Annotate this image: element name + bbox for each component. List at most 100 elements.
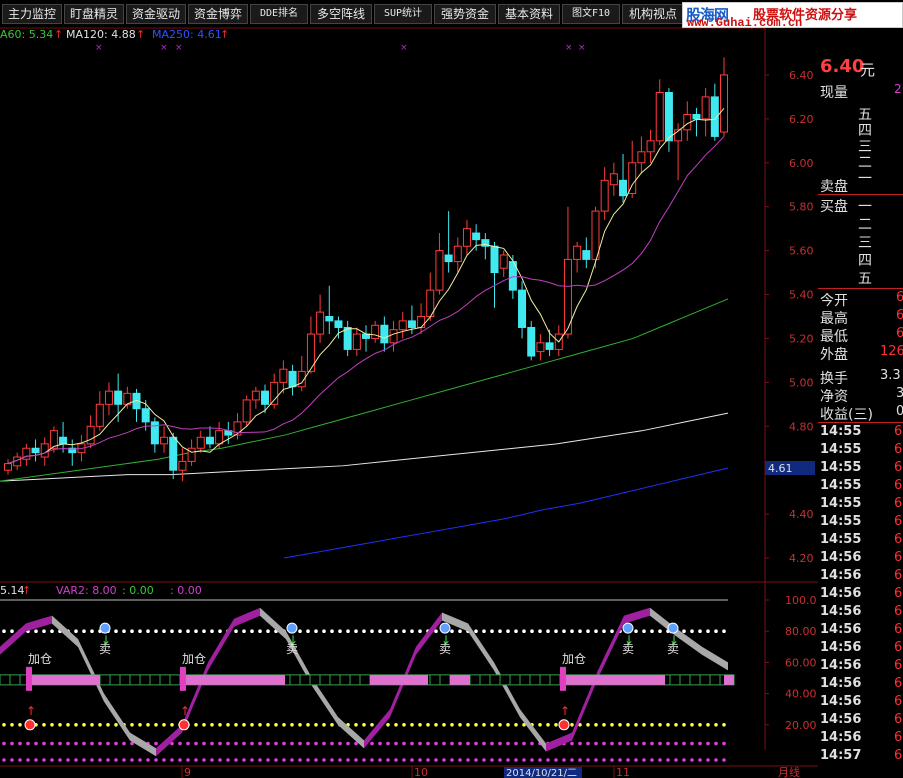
osc-0-dots	[18, 758, 22, 762]
osc-0-dots	[346, 758, 350, 762]
osc-0-dots	[258, 758, 262, 762]
buy-signal-icon	[558, 719, 570, 731]
tab-10[interactable]: 机构视点	[622, 4, 684, 24]
osc-8-dots	[306, 741, 310, 746]
osc-0-dots	[498, 758, 502, 762]
signal-bar-fill	[724, 674, 734, 685]
osc-20-dots	[402, 723, 406, 727]
osc-80-dots	[658, 629, 662, 633]
osc-20-dots	[250, 723, 254, 727]
osc-0-dots	[154, 758, 158, 762]
osc-20-dots	[2, 723, 6, 727]
price-axis-label: 5.80	[789, 201, 814, 214]
candle-body	[600, 179, 609, 212]
osc-8-dots	[26, 741, 30, 746]
buy-side-label: 买盘	[820, 199, 848, 215]
osc-8-dots	[466, 741, 470, 746]
tab-5[interactable]: 多空阵线	[310, 4, 372, 24]
candle-body	[59, 436, 68, 445]
osc-80-dots	[642, 629, 646, 633]
osc-8-dots	[314, 741, 318, 746]
osc-20-dots	[314, 723, 318, 727]
price-axis-label: 6.00	[789, 157, 814, 170]
osc-0-dots	[378, 758, 382, 762]
tab-9[interactable]: 图文F10	[562, 4, 620, 24]
osc-ribbon-segment	[156, 724, 182, 757]
osc-ribbon-segment	[624, 607, 650, 624]
osc-80-dots	[554, 629, 558, 633]
osc-0-dots	[602, 758, 606, 762]
osc-20-dots	[266, 723, 270, 727]
osc-8-dots	[258, 741, 262, 746]
osc-0-dots	[58, 758, 62, 762]
buy-arrow-icon: ↑	[26, 704, 36, 718]
osc-8-dots	[386, 741, 390, 746]
osc-8-dots	[698, 741, 702, 746]
osc-20-dots	[554, 723, 558, 727]
osc-8-dots	[474, 741, 478, 746]
osc-80-dots	[42, 629, 46, 633]
osc-20-dots	[490, 723, 494, 727]
osc-0-dots	[386, 758, 390, 762]
signal-bar-fill	[182, 674, 285, 685]
osc-0-dots	[250, 758, 254, 762]
sell-signal-label: 卖	[622, 642, 634, 656]
candle-body	[582, 250, 591, 260]
osc-80-dots	[218, 629, 222, 633]
tick-price: 6	[894, 532, 903, 547]
tab-4[interactable]: DDE排名	[250, 4, 308, 24]
stat-value: 6	[896, 326, 903, 341]
osc-8-dots	[10, 741, 14, 746]
osc-80-dots	[690, 629, 694, 633]
tab-3[interactable]: 资金博弈	[188, 4, 248, 24]
candle-body	[288, 370, 297, 388]
osc-20-dots	[698, 723, 702, 727]
candle-body	[178, 460, 187, 471]
osc-20-dots	[66, 723, 70, 727]
osc-20-dots	[586, 723, 590, 727]
tab-2[interactable]: 资金驱动	[126, 4, 186, 24]
sell-signal-label: 卖	[286, 642, 298, 656]
osc-axis-label: 60.00	[785, 656, 817, 669]
osc-0-dots	[122, 758, 126, 762]
osc-8-dots	[618, 741, 622, 746]
sell-signal-label: 卖	[99, 642, 111, 656]
osc-20-dots	[618, 723, 622, 727]
osc-0-dots	[522, 758, 526, 762]
osc-ribbon-segment	[0, 623, 26, 655]
tab-8[interactable]: 基本资料	[498, 4, 560, 24]
kline-chart[interactable]: 6.406.206.005.805.605.405.205.004.804.60…	[0, 28, 818, 778]
osc-8-dots	[594, 741, 598, 746]
osc-20-dots	[634, 723, 638, 727]
candle-body	[637, 151, 646, 164]
candle-body	[435, 250, 444, 291]
tab-0[interactable]: 主力监控	[2, 4, 62, 24]
osc-80-dots	[266, 629, 270, 633]
osc-ribbon-segment	[468, 623, 494, 671]
osc-8-dots	[322, 741, 326, 746]
osc-80-dots	[378, 629, 382, 633]
osc-80-dots	[2, 629, 6, 633]
tab-6[interactable]: SUP统计	[374, 4, 432, 24]
osc-8-dots	[202, 741, 206, 746]
osc-80-dots	[354, 629, 358, 633]
candle-body	[215, 430, 224, 445]
candle-body	[325, 315, 334, 322]
signal-bar-fill	[560, 674, 665, 685]
tab-7[interactable]: 强势资金	[434, 4, 496, 24]
osc-8-dots	[194, 741, 198, 746]
osc-0-dots	[490, 758, 494, 762]
osc-8-dots	[410, 741, 414, 746]
tab-1[interactable]: 盯盘精灵	[64, 4, 124, 24]
stat-value: 6	[896, 290, 903, 305]
osc-20-dots	[482, 723, 486, 727]
osc-8-dots	[714, 741, 718, 746]
candle-body	[316, 311, 325, 335]
current-volume-label: 现量	[820, 85, 848, 101]
osc-0-dots	[714, 758, 718, 762]
candle-body	[251, 390, 260, 401]
signal-bar-fill	[28, 674, 100, 685]
osc-0-dots	[218, 758, 222, 762]
osc-0-dots	[722, 758, 726, 762]
tick-price: 6	[894, 712, 903, 727]
